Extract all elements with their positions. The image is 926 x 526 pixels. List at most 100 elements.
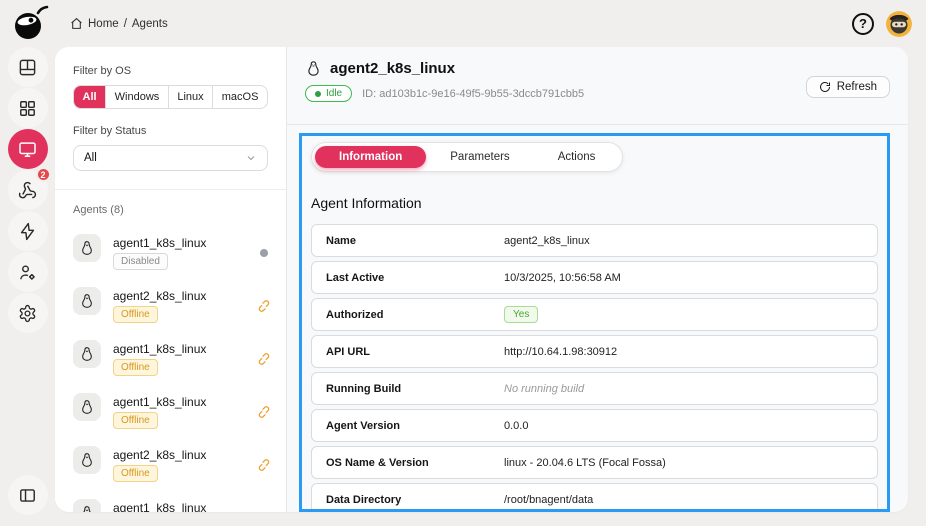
agent-status-badge: Offline <box>113 305 158 323</box>
unlink-icon <box>264 511 268 512</box>
row-value: 10/3/2025, 10:56:58 AM <box>504 271 621 284</box>
linux-tux-icon <box>73 287 101 315</box>
linux-tux-icon <box>73 234 101 262</box>
home-icon <box>71 17 82 29</box>
row-label: Agent Version <box>326 419 400 432</box>
rail-item-user-gear-icon[interactable] <box>7 252 48 292</box>
row-value: 0.0.0 <box>504 419 529 432</box>
help-icon[interactable]: ? <box>852 12 874 35</box>
unlink-icon <box>258 405 270 418</box>
rail-item-panels-icon[interactable] <box>7 47 48 87</box>
unlink-icon <box>258 299 270 312</box>
breadcrumb: Home / Agents <box>70 0 168 47</box>
agent-status-badge: Offline <box>113 358 158 376</box>
panels-icon <box>19 59 36 75</box>
row-value: /root/bnagent/data <box>504 493 594 506</box>
table-row: Running Build No running build <box>311 372 878 405</box>
row-label: API URL <box>326 345 370 358</box>
linux-tux-icon <box>73 446 101 474</box>
rail-item-zap-icon[interactable] <box>7 211 48 251</box>
user-avatar[interactable] <box>886 10 912 37</box>
agent-status-badge: Offline <box>113 411 158 429</box>
selected-region-highlight: Information Parameters Actions Agent Infor… <box>299 133 890 512</box>
table-row: Agent Version 0.0.0 <box>311 409 878 442</box>
page-title: agent2_k8s_linux <box>330 60 456 77</box>
refresh-icon <box>819 82 830 92</box>
table-row: Data Directory/root/bnagent/data <box>311 483 878 509</box>
table-row: Authorized Yes <box>311 298 878 331</box>
tab-parameters[interactable]: Parameters <box>426 146 533 168</box>
collapse-sidebar-icon[interactable] <box>7 475 48 515</box>
row-label: Last Active <box>326 271 385 284</box>
agent-list-item[interactable]: agent2_k8s_linux Offline <box>73 279 274 332</box>
user-gear-icon <box>20 264 35 280</box>
agent-name: agent2_k8s_linux <box>113 447 207 462</box>
gear-icon <box>19 304 36 322</box>
os-filter-option-linux[interactable]: Linux <box>167 86 212 108</box>
row-label: Name <box>326 234 356 247</box>
agent-status-badge: Disabled <box>113 252 168 270</box>
unlink-icon <box>258 352 270 365</box>
grid-icon <box>20 100 35 116</box>
row-label: Running Build <box>326 382 402 395</box>
breadcrumb-home[interactable]: Home <box>88 18 119 30</box>
filter-os-label: Filter by OS <box>73 65 132 77</box>
os-filter-option-macos[interactable]: macOS <box>212 86 267 108</box>
row-label: Authorized <box>326 308 384 321</box>
refresh-button[interactable]: Refresh <box>805 76 890 98</box>
os-filter-option-all[interactable]: All <box>74 86 106 108</box>
status-filter-select[interactable]: All <box>73 145 268 171</box>
status-badge: Idle <box>305 85 353 102</box>
tab-information[interactable]: Information <box>315 146 427 168</box>
tab-actions[interactable]: Actions <box>534 146 620 168</box>
breadcrumb-current[interactable]: Agents <box>132 18 168 30</box>
table-row: Name agent2_k8s_linux <box>311 224 878 257</box>
agent-name: agent1_k8s_linux <box>113 500 207 513</box>
agent-list-item[interactable]: agent1_k8s_linux Offline <box>73 385 274 438</box>
content-card: Filter by OS All Windows Linux macOS Filter… <box>55 47 908 512</box>
zap-icon <box>20 222 35 240</box>
rail-item-gear-icon[interactable] <box>7 293 48 333</box>
status-filter-value: All <box>84 152 97 164</box>
agent-list-item[interactable]: agent1_k8s_linux Offline <box>73 332 274 385</box>
linux-tux-icon <box>305 60 322 77</box>
table-row: OS Name & Version linux - 20.04.6 LTS (Fo… <box>311 446 878 479</box>
agent-id-text: ID: ad103b1c-9e16-49f5-9b55-3dccb791cbb5 <box>362 87 585 100</box>
webhook-icon <box>18 181 37 198</box>
agent-list-item[interactable]: agent2_k8s_linux Offline <box>73 438 274 491</box>
agent-name: agent1_k8s_linux <box>113 394 207 409</box>
os-filter-group: All Windows Linux macOS <box>73 85 268 109</box>
agent-name: agent1_k8s_linux <box>113 341 207 356</box>
breadcrumb-separator: / <box>123 17 127 30</box>
agent-detail-panel: agent2_k8s_linux Idle ID: ad103b1c-9e16-… <box>287 47 908 512</box>
agents-sidebar: Filter by OS All Windows Linux macOS Filter… <box>55 47 287 512</box>
authorized-badge: Yes <box>504 306 539 323</box>
row-value: agent2_k8s_linux <box>504 234 590 247</box>
rail-item-webhook-icon[interactable]: 2 <box>7 167 51 210</box>
linux-tux-icon <box>73 393 101 421</box>
app-logo-ninja-icon[interactable] <box>9 4 49 44</box>
agent-name: agent2_k8s_linux <box>113 288 207 303</box>
row-value: No running build <box>504 382 585 395</box>
monitor-icon <box>19 141 36 157</box>
tab-bar: Information Parameters Actions <box>311 142 624 172</box>
status-dot <box>315 90 321 97</box>
linux-tux-icon <box>73 340 101 368</box>
notification-badge: 2 <box>35 167 51 182</box>
top-bar: Home / Agents ? <box>0 0 926 47</box>
chevron-down-icon <box>247 156 255 161</box>
agent-list-item[interactable]: agent1_k8s_linux Disabled <box>73 226 274 279</box>
section-title: Agent Information <box>311 195 422 211</box>
row-value: http://10.64.1.98:30912 <box>504 345 618 358</box>
agent-list-item[interactable]: agent1_k8s_linuxOffline <box>73 491 274 512</box>
unlink-icon <box>258 458 270 471</box>
os-filter-option-windows[interactable]: Windows <box>105 86 168 108</box>
disabled-dot-icon <box>260 248 268 257</box>
rail-item-monitor-icon[interactable] <box>7 129 48 169</box>
rail-item-grid-icon[interactable] <box>7 88 48 128</box>
agent-name: agent1_k8s_linux <box>113 235 207 250</box>
linux-tux-icon <box>73 499 101 512</box>
row-value: linux - 20.04.6 LTS (Focal Fossa) <box>504 456 666 469</box>
row-label: Data Directory <box>326 493 402 506</box>
icon-rail: 2 <box>0 47 55 526</box>
